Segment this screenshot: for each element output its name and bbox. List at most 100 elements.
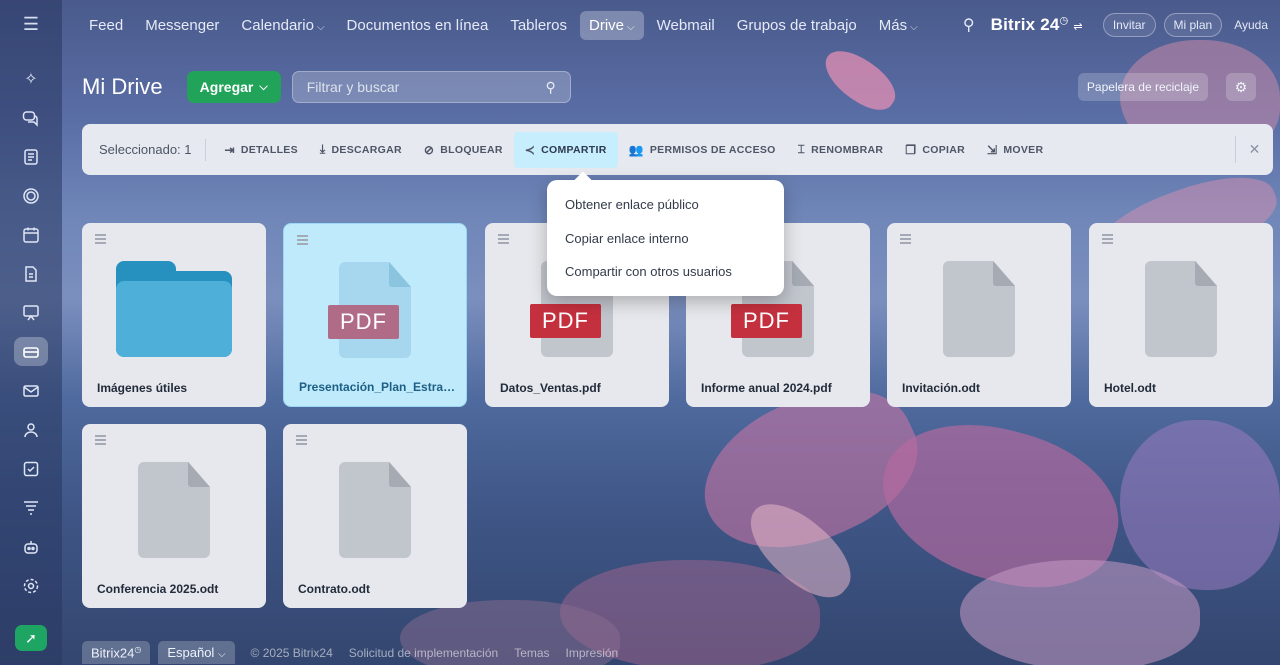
gear-icon[interactable]: ⚙ — [1226, 73, 1256, 101]
block-icon: ⊘ — [423, 142, 435, 157]
tasks-icon[interactable] — [14, 454, 48, 483]
chevron-down-icon: ⌵ — [316, 21, 325, 33]
chevron-down-icon: ⌵ — [627, 21, 635, 33]
menu-item-get-public-link[interactable]: Obtener enlace público — [547, 193, 784, 227]
move-icon: ⇲ — [986, 142, 998, 157]
settings-icon[interactable] — [14, 571, 48, 600]
feed-icon[interactable]: ✧ — [14, 64, 48, 93]
search-icon[interactable]: ⚲ — [963, 15, 975, 35]
nav-item-feed[interactable]: Feed — [80, 11, 132, 40]
circle-icon[interactable] — [14, 181, 48, 210]
file-card[interactable]: PDF Presentación_Plan_Estraté... — [283, 223, 467, 407]
folder-icon — [116, 261, 232, 357]
file-card[interactable]: Contrato.odt — [283, 424, 467, 608]
robot-icon[interactable] — [14, 532, 48, 561]
file-name: Invitación.odt — [902, 381, 980, 395]
recycle-bin-button[interactable]: Papelera de reciclaje — [1077, 73, 1208, 101]
file-name: Conferencia 2025.odt — [97, 582, 219, 596]
presentation-icon[interactable] — [14, 298, 48, 327]
chevron-down-icon: ⌵ — [217, 649, 226, 660]
rocket-icon[interactable]: ➚ — [15, 625, 47, 651]
download-button[interactable]: ⤓ DESCARGAR — [309, 132, 413, 168]
rail-apps: ✧ — [14, 64, 48, 600]
drag-handle-icon[interactable] — [1102, 234, 1113, 246]
menu-icon[interactable]: ☰ — [21, 14, 41, 34]
file-card[interactable]: Hotel.odt — [1089, 223, 1273, 407]
file-card[interactable]: Conferencia 2025.odt — [82, 424, 266, 608]
footer: Bitrix24◷ Español ⌵ © 2025 Bitrix24 Soli… — [82, 640, 618, 665]
access-permissions-button[interactable]: 👥 PERMISOS DE ACCESO — [618, 132, 787, 168]
nav-item-calendar[interactable]: Calendario ⌵ — [232, 11, 333, 40]
drag-handle-icon[interactable] — [95, 234, 106, 246]
drag-handle-icon[interactable] — [900, 234, 911, 246]
selected-count: Seleccionado: 1 — [99, 138, 206, 161]
nav-item-webmail[interactable]: Webmail — [648, 11, 724, 40]
drag-handle-icon[interactable] — [296, 435, 307, 447]
enter-icon: ⇥ — [224, 142, 235, 157]
details-button[interactable]: ⇥ DETALLES — [214, 132, 309, 168]
top-bar: Feed Messenger Calendario ⌵ Documentos en… — [62, 0, 1280, 50]
document-file-icon — [943, 261, 1015, 357]
drive-icon[interactable] — [14, 337, 48, 366]
language-selector[interactable]: Español ⌵ — [158, 641, 235, 664]
mail-icon[interactable] — [14, 376, 48, 405]
users-icon: 👥 — [628, 142, 644, 157]
top-right-tools: ⚲ Bitrix 24◷ ⇌ Invitar Mi plan Ayuda — [963, 0, 1272, 50]
footer-copyright: © 2025 Bitrix24 — [250, 645, 333, 660]
drag-handle-icon[interactable] — [95, 435, 106, 447]
filter-icon[interactable] — [14, 493, 48, 522]
block-button[interactable]: ⊘ BLOQUEAR — [413, 132, 514, 168]
nav-item-boards[interactable]: Tableros — [501, 11, 576, 40]
file-icon[interactable] — [14, 259, 48, 288]
file-card[interactable]: Imágenes útiles — [82, 223, 266, 407]
footer-link-themes[interactable]: Temas — [514, 646, 549, 660]
help-button[interactable]: Ayuda — [1230, 14, 1272, 36]
contacts-icon[interactable] — [14, 415, 48, 444]
footer-brand[interactable]: Bitrix24◷ — [82, 640, 151, 665]
brand-logo[interactable]: Bitrix 24◷ ⇌ — [991, 15, 1083, 35]
close-icon[interactable]: ✕ — [1235, 136, 1273, 163]
file-name: Presentación_Plan_Estraté... — [299, 380, 458, 394]
share-button[interactable]: ≺ COMPARTIR — [513, 131, 618, 168]
search-icon[interactable]: ⚲ — [545, 79, 555, 96]
page-title: Mi Drive — [82, 74, 163, 99]
nav-item-more[interactable]: Más ⌵ — [870, 11, 927, 40]
drag-handle-icon[interactable] — [498, 234, 509, 246]
add-button[interactable]: Agregar ⌵ — [186, 71, 281, 103]
document-file-icon — [138, 462, 210, 558]
document-icon[interactable] — [14, 142, 48, 171]
chevron-down-icon: ⌵ — [259, 80, 268, 93]
file-name: Contrato.odt — [298, 582, 370, 596]
invite-button[interactable]: Invitar — [1102, 13, 1156, 37]
left-app-rail: ☰ ✧ ➚ — [0, 0, 62, 665]
file-name: Informe anual 2024.pdf — [701, 381, 832, 395]
chat-icon[interactable] — [14, 103, 48, 132]
file-name: Datos_Ventas.pdf — [500, 381, 601, 395]
brand-settings-icon: ⇌ — [1073, 21, 1083, 33]
title-row: Mi Drive Agregar ⌵ ⚲ Papelera de recicla… — [82, 71, 1256, 103]
move-button[interactable]: ⇲ MOVER — [976, 132, 1054, 168]
calendar-icon[interactable] — [14, 220, 48, 249]
file-card[interactable]: Invitación.odt — [887, 223, 1071, 407]
copy-button[interactable]: ❐ COPIAR — [894, 132, 976, 168]
chevron-down-icon: ⌵ — [910, 21, 918, 33]
rename-button[interactable]: ⌶ RENOMBRAR — [787, 132, 895, 168]
footer-link-print[interactable]: Impresión — [566, 646, 619, 660]
my-plan-button[interactable]: Mi plan — [1163, 13, 1223, 37]
footer-link-implementation[interactable]: Solicitud de implementación — [349, 646, 498, 660]
nav-item-messenger[interactable]: Messenger — [136, 11, 228, 40]
document-file-icon — [1145, 261, 1217, 357]
search-field[interactable]: ⚲ — [291, 71, 571, 103]
nav-item-online-documents[interactable]: Documentos en línea — [338, 11, 498, 40]
file-name: Imágenes útiles — [97, 381, 188, 395]
document-file-icon — [339, 462, 411, 558]
nav-item-workgroups[interactable]: Grupos de trabajo — [728, 11, 866, 40]
rename-icon: ⌶ — [797, 142, 806, 156]
menu-item-share-with-users[interactable]: Compartir con otros usuarios — [547, 260, 784, 294]
nav-item-drive[interactable]: Drive ⌵ — [580, 10, 644, 40]
copy-icon: ❐ — [905, 142, 917, 157]
menu-item-copy-internal-link[interactable]: Copiar enlace interno — [547, 227, 784, 261]
file-name: Hotel.odt — [1104, 381, 1156, 395]
drag-handle-icon[interactable] — [297, 235, 308, 247]
search-input[interactable] — [306, 79, 527, 95]
